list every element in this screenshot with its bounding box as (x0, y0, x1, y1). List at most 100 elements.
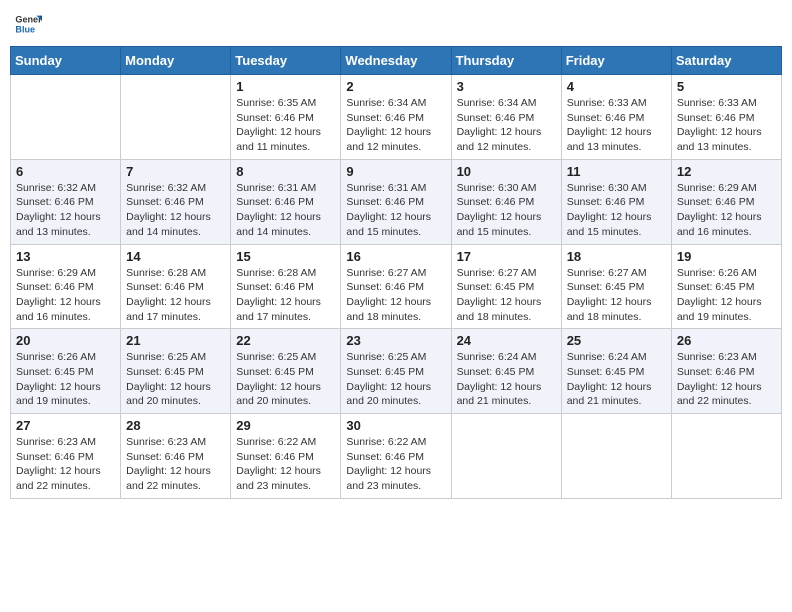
day-number: 28 (126, 418, 225, 433)
calendar-cell: 27 Sunrise: 6:23 AM Sunset: 6:46 PM Dayli… (11, 414, 121, 499)
calendar-cell: 20 Sunrise: 6:26 AM Sunset: 6:45 PM Dayli… (11, 329, 121, 414)
day-info: Sunrise: 6:34 AM Sunset: 6:46 PM Dayligh… (346, 96, 445, 155)
day-info: Sunrise: 6:24 AM Sunset: 6:45 PM Dayligh… (457, 350, 556, 409)
day-info: Sunrise: 6:24 AM Sunset: 6:45 PM Dayligh… (567, 350, 666, 409)
calendar-cell: 8 Sunrise: 6:31 AM Sunset: 6:46 PM Daylig… (231, 159, 341, 244)
calendar-cell: 6 Sunrise: 6:32 AM Sunset: 6:46 PM Daylig… (11, 159, 121, 244)
calendar-week-2: 6 Sunrise: 6:32 AM Sunset: 6:46 PM Daylig… (11, 159, 782, 244)
weekday-header-wednesday: Wednesday (341, 47, 451, 75)
calendar-cell: 26 Sunrise: 6:23 AM Sunset: 6:46 PM Dayli… (671, 329, 781, 414)
calendar-cell: 16 Sunrise: 6:27 AM Sunset: 6:46 PM Dayli… (341, 244, 451, 329)
day-number: 2 (346, 79, 445, 94)
calendar-cell: 25 Sunrise: 6:24 AM Sunset: 6:45 PM Dayli… (561, 329, 671, 414)
day-info: Sunrise: 6:31 AM Sunset: 6:46 PM Dayligh… (346, 181, 445, 240)
day-info: Sunrise: 6:23 AM Sunset: 6:46 PM Dayligh… (16, 435, 115, 494)
day-info: Sunrise: 6:33 AM Sunset: 6:46 PM Dayligh… (567, 96, 666, 155)
calendar-cell: 18 Sunrise: 6:27 AM Sunset: 6:45 PM Dayli… (561, 244, 671, 329)
day-number: 27 (16, 418, 115, 433)
calendar-cell: 19 Sunrise: 6:26 AM Sunset: 6:45 PM Dayli… (671, 244, 781, 329)
calendar-cell: 17 Sunrise: 6:27 AM Sunset: 6:45 PM Dayli… (451, 244, 561, 329)
day-number: 24 (457, 333, 556, 348)
day-info: Sunrise: 6:27 AM Sunset: 6:45 PM Dayligh… (567, 266, 666, 325)
day-info: Sunrise: 6:28 AM Sunset: 6:46 PM Dayligh… (236, 266, 335, 325)
calendar-cell: 21 Sunrise: 6:25 AM Sunset: 6:45 PM Dayli… (121, 329, 231, 414)
day-info: Sunrise: 6:28 AM Sunset: 6:46 PM Dayligh… (126, 266, 225, 325)
day-number: 25 (567, 333, 666, 348)
calendar-cell: 14 Sunrise: 6:28 AM Sunset: 6:46 PM Dayli… (121, 244, 231, 329)
day-info: Sunrise: 6:26 AM Sunset: 6:45 PM Dayligh… (16, 350, 115, 409)
day-info: Sunrise: 6:32 AM Sunset: 6:46 PM Dayligh… (16, 181, 115, 240)
day-info: Sunrise: 6:33 AM Sunset: 6:46 PM Dayligh… (677, 96, 776, 155)
calendar-cell: 10Sunrise: 6:30 AM Sunset: 6:46 PM Dayli… (451, 159, 561, 244)
calendar-cell: 22 Sunrise: 6:25 AM Sunset: 6:45 PM Dayli… (231, 329, 341, 414)
day-number: 22 (236, 333, 335, 348)
day-info: Sunrise: 6:23 AM Sunset: 6:46 PM Dayligh… (126, 435, 225, 494)
day-info: Sunrise: 6:22 AM Sunset: 6:46 PM Dayligh… (346, 435, 445, 494)
day-number: 14 (126, 249, 225, 264)
calendar-cell: 12 Sunrise: 6:29 AM Sunset: 6:46 PM Dayli… (671, 159, 781, 244)
weekday-header-tuesday: Tuesday (231, 47, 341, 75)
day-number: 1 (236, 79, 335, 94)
day-number: 15 (236, 249, 335, 264)
calendar-cell: 4Sunrise: 6:33 AM Sunset: 6:46 PM Daylig… (561, 75, 671, 160)
day-info: Sunrise: 6:22 AM Sunset: 6:46 PM Dayligh… (236, 435, 335, 494)
calendar-cell: 15 Sunrise: 6:28 AM Sunset: 6:46 PM Dayli… (231, 244, 341, 329)
day-number: 8 (236, 164, 335, 179)
weekday-header-row: SundayMondayTuesdayWednesdayThursdayFrid… (11, 47, 782, 75)
calendar-cell: 23Sunrise: 6:25 AM Sunset: 6:45 PM Dayli… (341, 329, 451, 414)
day-number: 20 (16, 333, 115, 348)
calendar-cell: 13Sunrise: 6:29 AM Sunset: 6:46 PM Dayli… (11, 244, 121, 329)
logo: General Blue (14, 10, 42, 38)
day-number: 3 (457, 79, 556, 94)
weekday-header-sunday: Sunday (11, 47, 121, 75)
weekday-header-thursday: Thursday (451, 47, 561, 75)
calendar-cell: 11 Sunrise: 6:30 AM Sunset: 6:46 PM Dayli… (561, 159, 671, 244)
calendar-cell (451, 414, 561, 499)
calendar-cell: 24 Sunrise: 6:24 AM Sunset: 6:45 PM Dayli… (451, 329, 561, 414)
calendar-cell (11, 75, 121, 160)
day-number: 30 (346, 418, 445, 433)
day-info: Sunrise: 6:25 AM Sunset: 6:45 PM Dayligh… (236, 350, 335, 409)
day-number: 12 (677, 164, 776, 179)
day-info: Sunrise: 6:29 AM Sunset: 6:46 PM Dayligh… (677, 181, 776, 240)
day-number: 7 (126, 164, 225, 179)
day-info: Sunrise: 6:25 AM Sunset: 6:45 PM Dayligh… (126, 350, 225, 409)
calendar-cell: 28 Sunrise: 6:23 AM Sunset: 6:46 PM Dayli… (121, 414, 231, 499)
calendar-week-3: 13Sunrise: 6:29 AM Sunset: 6:46 PM Dayli… (11, 244, 782, 329)
weekday-header-friday: Friday (561, 47, 671, 75)
day-info: Sunrise: 6:23 AM Sunset: 6:46 PM Dayligh… (677, 350, 776, 409)
calendar-cell: 30 Sunrise: 6:22 AM Sunset: 6:46 PM Dayli… (341, 414, 451, 499)
calendar-cell: 3Sunrise: 6:34 AM Sunset: 6:46 PM Daylig… (451, 75, 561, 160)
calendar-cell (671, 414, 781, 499)
calendar-cell (121, 75, 231, 160)
calendar-week-1: 1 Sunrise: 6:35 AM Sunset: 6:46 PM Daylig… (11, 75, 782, 160)
day-info: Sunrise: 6:26 AM Sunset: 6:45 PM Dayligh… (677, 266, 776, 325)
day-number: 16 (346, 249, 445, 264)
day-info: Sunrise: 6:31 AM Sunset: 6:46 PM Dayligh… (236, 181, 335, 240)
day-number: 18 (567, 249, 666, 264)
calendar-table: SundayMondayTuesdayWednesdayThursdayFrid… (10, 46, 782, 499)
day-number: 10 (457, 164, 556, 179)
calendar-week-4: 20 Sunrise: 6:26 AM Sunset: 6:45 PM Dayli… (11, 329, 782, 414)
weekday-header-monday: Monday (121, 47, 231, 75)
calendar-cell: 29 Sunrise: 6:22 AM Sunset: 6:46 PM Dayli… (231, 414, 341, 499)
day-info: Sunrise: 6:27 AM Sunset: 6:45 PM Dayligh… (457, 266, 556, 325)
calendar-cell: 5 Sunrise: 6:33 AM Sunset: 6:46 PM Daylig… (671, 75, 781, 160)
day-number: 5 (677, 79, 776, 94)
day-number: 21 (126, 333, 225, 348)
logo-icon: General Blue (14, 10, 42, 38)
day-info: Sunrise: 6:27 AM Sunset: 6:46 PM Dayligh… (346, 266, 445, 325)
day-info: Sunrise: 6:29 AM Sunset: 6:46 PM Dayligh… (16, 266, 115, 325)
calendar-cell: 9Sunrise: 6:31 AM Sunset: 6:46 PM Daylig… (341, 159, 451, 244)
day-number: 19 (677, 249, 776, 264)
day-number: 26 (677, 333, 776, 348)
day-number: 6 (16, 164, 115, 179)
calendar-cell: 1 Sunrise: 6:35 AM Sunset: 6:46 PM Daylig… (231, 75, 341, 160)
day-number: 29 (236, 418, 335, 433)
day-info: Sunrise: 6:30 AM Sunset: 6:46 PM Dayligh… (567, 181, 666, 240)
svg-text:Blue: Blue (15, 24, 35, 34)
day-number: 17 (457, 249, 556, 264)
day-info: Sunrise: 6:35 AM Sunset: 6:46 PM Dayligh… (236, 96, 335, 155)
page-header: General Blue (10, 10, 782, 38)
day-number: 11 (567, 164, 666, 179)
